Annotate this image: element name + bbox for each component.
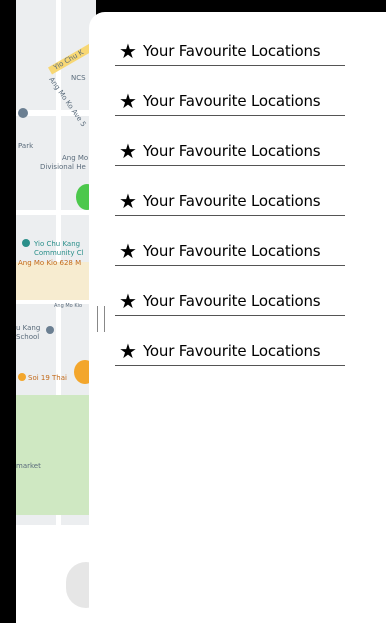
map-area [16, 262, 96, 300]
map-label: Ang Mo Kio [54, 303, 83, 309]
drawer-drag-handle-icon[interactable] [97, 306, 105, 332]
list-item[interactable]: ★ Your Favourite Locations [115, 36, 345, 66]
map-label: Community Cl [34, 249, 84, 257]
map-label: NCS [71, 74, 86, 82]
list-item[interactable]: ★ Your Favourite Locations [115, 236, 345, 266]
map-label: u Kang [16, 324, 41, 332]
star-icon: ★ [119, 338, 137, 363]
list-item-label: Your Favourite Locations [142, 141, 321, 160]
list-item[interactable]: ★ Your Favourite Locations [115, 136, 345, 166]
map-pin-icon[interactable] [18, 108, 28, 118]
list-item[interactable]: ★ Your Favourite Locations [115, 336, 345, 366]
star-icon: ★ [119, 288, 137, 313]
map-label: Park [18, 142, 34, 150]
map-label: School [16, 333, 40, 341]
star-icon: ★ [119, 38, 137, 63]
map-label: Ang Mo Ko Ave 5 [47, 75, 88, 129]
map-park [16, 395, 96, 515]
list-item-label: Your Favourite Locations [142, 191, 321, 210]
map-label: Ang Mo Kio 628 M [18, 259, 82, 267]
list-item[interactable]: ★ Your Favourite Locations [115, 286, 345, 316]
list-item-label: Your Favourite Locations [142, 341, 321, 360]
map-pin-icon[interactable] [18, 373, 26, 381]
star-icon: ★ [119, 138, 137, 163]
map-view[interactable]: Yio Chu K NCS Ang Mo Ko Ave 5 Park Ang M… [16, 0, 96, 525]
list-item-label: Your Favourite Locations [142, 41, 321, 60]
list-item-label: Your Favourite Locations [142, 291, 321, 310]
map-pin-icon[interactable] [46, 326, 54, 334]
map-road [16, 210, 96, 215]
map-label: Divisional He [40, 163, 86, 171]
star-icon: ★ [119, 88, 137, 113]
star-icon: ★ [119, 238, 137, 263]
favourites-list: ★ Your Favourite Locations ★ Your Favour… [115, 36, 345, 386]
list-item[interactable]: ★ Your Favourite Locations [115, 186, 345, 216]
map-label: Yio Chu Kang [34, 240, 81, 248]
star-icon: ★ [119, 188, 137, 213]
list-item-label: Your Favourite Locations [142, 241, 321, 260]
list-item[interactable]: ★ Your Favourite Locations [115, 86, 345, 116]
map-pin-icon[interactable] [22, 239, 30, 247]
map-label: Soi 19 Thai [28, 374, 67, 382]
map-label: Ang Mo [62, 154, 89, 162]
list-item-label: Your Favourite Locations [142, 91, 321, 110]
map-label: market [16, 462, 41, 470]
